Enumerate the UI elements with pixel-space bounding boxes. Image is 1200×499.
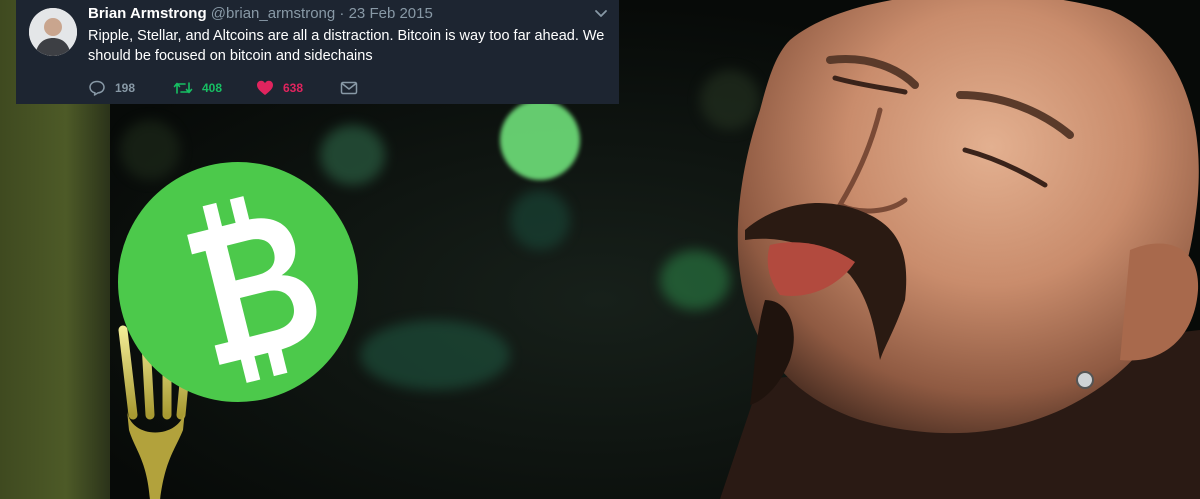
tweet-text: Ripple, Stellar, and Altcoins are all a … [88,28,605,64]
retweet-icon [173,82,193,94]
bitcoin-cash-logo [118,162,358,402]
author-name[interactable]: Brian Armstrong [88,5,207,22]
author-handle[interactable]: @brian_armstrong [211,5,335,22]
direct-message-button[interactable] [340,78,367,98]
speech-bubble-icon [89,80,105,96]
like-button[interactable]: 638 [256,78,303,98]
tweet-date[interactable]: 23 Feb 2015 [349,5,433,22]
envelope-icon [340,81,358,95]
heart-icon [257,80,273,95]
tweet-actions: 198 408 638 [88,78,388,98]
user-avatar-icon [29,8,77,56]
retweet-count: 408 [202,81,223,95]
chevron-down-icon[interactable] [593,6,609,22]
tweet-card[interactable]: Brian Armstrong @brian_armstrong · 23 Fe… [16,0,619,104]
tweet-header: Brian Armstrong @brian_armstrong · 23 Fe… [88,5,433,22]
avatar[interactable] [29,8,77,56]
like-count: 638 [283,81,304,95]
reply-button[interactable]: 198 [88,78,135,98]
retweet-button[interactable]: 408 [173,78,222,98]
reply-count: 198 [115,81,136,95]
separator-dot: · [339,5,345,22]
